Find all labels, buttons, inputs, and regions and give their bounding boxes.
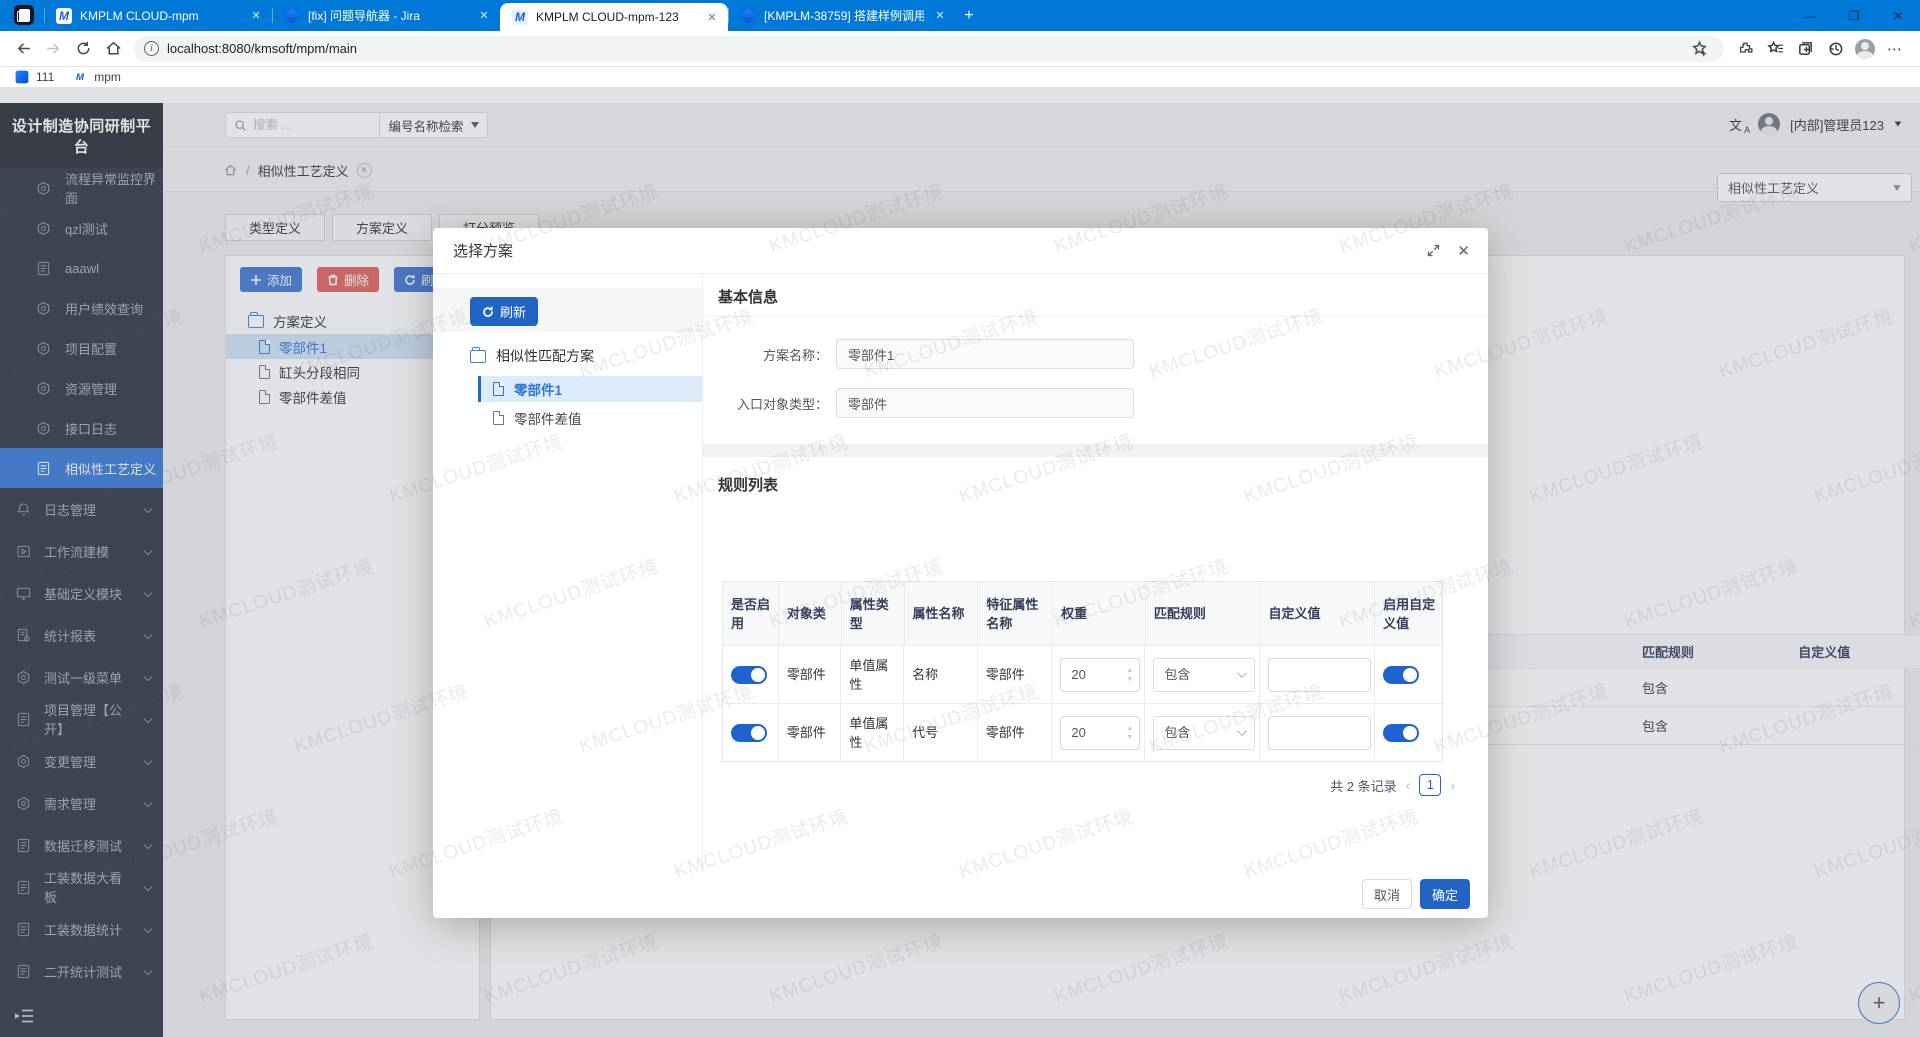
bookmark-label: 111 (36, 70, 54, 84)
bookmark-111[interactable]: 111 (14, 69, 54, 85)
screen: M KMPLM CLOUD-mpm ✕ [fix] 问题导航器 - Jira ✕… (0, 0, 1920, 1037)
window-restore-button[interactable]: ❐ (1832, 0, 1876, 31)
favorite-add-icon[interactable] (1684, 36, 1714, 62)
bookmark-mpm[interactable]: M mpm (72, 69, 121, 85)
profile-icon[interactable] (1850, 36, 1880, 62)
collections-icon[interactable] (1790, 36, 1820, 62)
document-icon (493, 382, 504, 396)
address-bar[interactable]: i localhost:8080/kmsoft/mpm/main (134, 36, 1724, 62)
rule-row-1: 零部件 单值属性 名称 零部件 ▲▼ 包含 (723, 645, 1442, 703)
entry-type-input[interactable] (836, 388, 1134, 418)
scheme-name-input[interactable] (836, 339, 1134, 369)
modal-tree-item-selected[interactable]: 零部件1 (478, 376, 702, 402)
km-favicon: M (56, 8, 72, 24)
browser-titlebar: M KMPLM CLOUD-mpm ✕ [fix] 问题导航器 - Jira ✕… (0, 0, 1920, 31)
modal-header: 选择方案 ✕ (433, 228, 1488, 274)
browser-tab-3-active[interactable]: M KMPLM CLOUD-mpm-123 ✕ (500, 3, 728, 31)
scheme-name-label: 方案名称： (703, 345, 828, 364)
select-scheme-modal: 选择方案 ✕ 刷新 相似性匹配方案 (433, 228, 1488, 918)
site-info-icon[interactable]: i (144, 41, 159, 56)
rules-table-header: 是否启用 对象类 属性类型 属性名称 特征属性名称 权重 匹配规则 自定义值 启… (723, 582, 1442, 645)
rules-table: 是否启用 对象类 属性类型 属性名称 特征属性名称 权重 匹配规则 自定义值 启… (722, 581, 1443, 762)
close-icon[interactable]: ✕ (1457, 242, 1470, 260)
bookmarks-bar: 111 M mpm (0, 67, 1920, 87)
tab-close-icon[interactable]: ✕ (704, 11, 720, 24)
jira-favicon (16, 71, 29, 84)
refresh-icon (482, 306, 494, 318)
modal-pagination: 共 2 条记录 ‹ 1 › (1330, 774, 1455, 796)
modal-title: 选择方案 (453, 240, 513, 261)
app-root: 设计制造协同研制平台 流程异常监控界面qzl测试aaawl用户绩效查询项目配置资… (0, 87, 1920, 1037)
window-minimize-button[interactable]: — (1788, 0, 1832, 31)
confirm-button[interactable]: 确定 (1420, 879, 1470, 909)
rule-row-2: 零部件 单值属性 代号 零部件 ▲▼ 包含 (723, 703, 1442, 761)
record-count: 共 2 条记录 (1330, 776, 1396, 795)
custom-value-input[interactable] (1268, 716, 1371, 750)
tab-title: [KMPLM-38759] 搭建样例调用s (764, 7, 924, 24)
refresh-icon[interactable] (68, 36, 98, 62)
enable-toggle-on[interactable] (731, 666, 767, 684)
match-rule-select[interactable]: 包含 (1153, 658, 1255, 692)
custom-toggle-on[interactable] (1383, 724, 1419, 742)
enable-toggle-on[interactable] (731, 724, 767, 742)
modal-tree-item[interactable]: 零部件差值 (478, 405, 702, 431)
modal-body: 刷新 相似性匹配方案 零部件1 零部件差值 (433, 274, 1488, 873)
km-favicon: M (512, 9, 528, 25)
home-icon[interactable] (98, 36, 128, 62)
section-rule-list: 规则列表 (718, 474, 778, 495)
browser-tab-1[interactable]: M KMPLM CLOUD-mpm ✕ (44, 0, 272, 31)
chevron-down-icon (1237, 726, 1247, 736)
history-icon[interactable] (1820, 36, 1850, 62)
settings-dots-icon[interactable]: ⋯ (1880, 36, 1910, 62)
tab-title: [fix] 问题导航器 - Jira (308, 7, 468, 24)
url-text[interactable]: localhost:8080/kmsoft/mpm/main (167, 41, 357, 56)
back-icon[interactable] (8, 36, 38, 62)
tab-title: KMPLM CLOUD-mpm (80, 9, 240, 23)
browser-toolbar: i localhost:8080/kmsoft/mpm/main ⋯ (0, 31, 1920, 67)
new-tab-button[interactable]: + (956, 0, 982, 31)
weight-input[interactable] (1060, 658, 1140, 692)
jira-favicon (740, 7, 756, 23)
section-basic-info: 基本信息 (718, 286, 778, 307)
tab-close-icon[interactable]: ✕ (248, 9, 264, 22)
workspace-icon[interactable] (14, 5, 34, 25)
fullscreen-icon[interactable] (1426, 243, 1441, 258)
custom-value-input[interactable] (1268, 658, 1371, 692)
document-icon (493, 411, 504, 425)
forward-icon[interactable] (38, 36, 68, 62)
chevron-down-icon (1237, 668, 1247, 678)
km-favicon: M (74, 71, 87, 84)
weight-input[interactable] (1060, 716, 1140, 750)
window-close-button[interactable]: ✕ (1876, 0, 1920, 31)
page-number[interactable]: 1 (1419, 774, 1441, 796)
modal-footer: 取消 确定 (433, 873, 1488, 918)
tab-close-icon[interactable]: ✕ (932, 9, 948, 22)
prev-page-icon[interactable]: ‹ (1406, 777, 1411, 793)
tab-close-icon[interactable]: ✕ (476, 9, 492, 22)
next-page-icon[interactable]: › (1450, 777, 1455, 793)
bookmark-label: mpm (94, 70, 121, 84)
modal-tree-root[interactable]: 相似性匹配方案 (470, 346, 594, 366)
custom-toggle-on[interactable] (1383, 666, 1419, 684)
browser-tab-2[interactable]: [fix] 问题导航器 - Jira ✕ (272, 0, 500, 31)
browser-tab-4[interactable]: [KMPLM-38759] 搭建样例调用s ✕ (728, 0, 956, 31)
modal-refresh-button[interactable]: 刷新 (470, 297, 538, 326)
match-rule-select[interactable]: 包含 (1153, 716, 1255, 750)
folder-icon (470, 350, 486, 363)
cancel-button[interactable]: 取消 (1362, 879, 1412, 909)
modal-tree-panel: 刷新 相似性匹配方案 零部件1 零部件差值 (433, 274, 703, 873)
jira-favicon (284, 7, 300, 23)
extensions-icon[interactable] (1730, 36, 1760, 62)
entry-type-label: 入口对象类型： (703, 394, 828, 413)
favorites-icon[interactable] (1760, 36, 1790, 62)
tab-title: KMPLM CLOUD-mpm-123 (536, 10, 696, 24)
